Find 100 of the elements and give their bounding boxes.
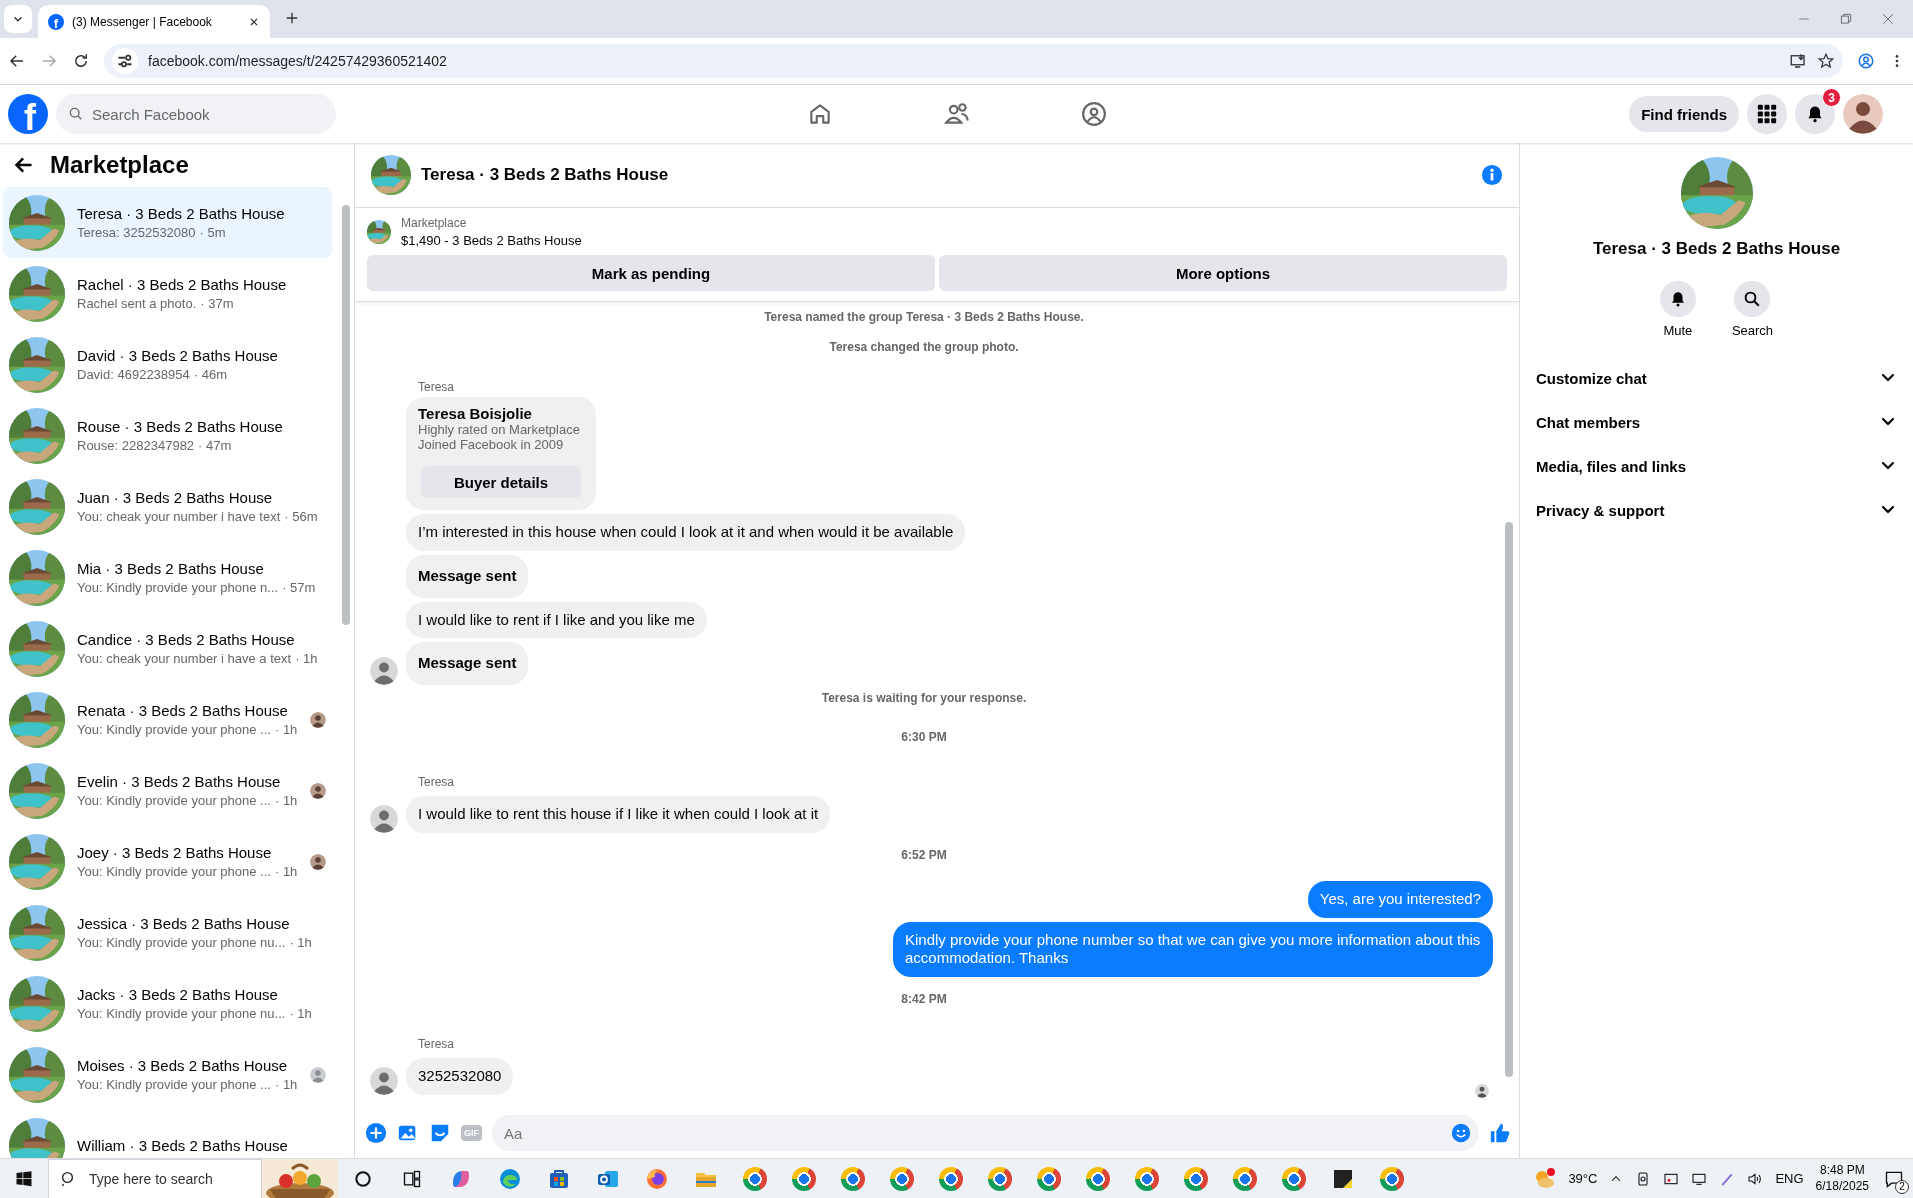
browser-icon[interactable] bbox=[987, 1166, 1012, 1191]
circle-icon[interactable] bbox=[352, 1168, 373, 1189]
section-toggle[interactable]: Privacy & support bbox=[1528, 488, 1903, 532]
conversation-title: Teresa · 3 Beds 2 Baths House bbox=[77, 205, 286, 222]
conversation-item[interactable]: Moises · 3 Beds 2 Baths House You: Kindly provide your phone ... · 1h bbox=[3, 1039, 332, 1110]
browser-icon[interactable] bbox=[1232, 1166, 1257, 1191]
conversation-item[interactable]: Renata · 3 Beds 2 Baths House You: Kindly provide your phone ... · 1h bbox=[3, 684, 332, 755]
windows-icon[interactable] bbox=[15, 1169, 33, 1188]
conversation-item[interactable]: Rachel · 3 Beds 2 Baths House Rachel sent a photo. · 37m bbox=[3, 258, 332, 329]
conversation-item[interactable]: Rouse · 3 Beds 2 Baths House Rouse: 2282347982 · 47m bbox=[3, 400, 332, 471]
search-field[interactable]: Search Facebook bbox=[56, 94, 336, 134]
section-toggle[interactable]: Customize chat bbox=[1528, 356, 1903, 400]
conversation-item[interactable]: Juan · 3 Beds 2 Baths House You: cheak your number i have text · 56m bbox=[3, 471, 332, 542]
message-preview: You: Kindly provide your phone nu... bbox=[77, 1006, 286, 1021]
plus-icon[interactable] bbox=[365, 1122, 387, 1144]
volume-icon[interactable] bbox=[1747, 1170, 1764, 1187]
reload-icon[interactable] bbox=[72, 52, 90, 70]
notification-count: 2 bbox=[1895, 1179, 1909, 1194]
firefox-icon[interactable] bbox=[644, 1166, 669, 1191]
message-time: · 46m bbox=[193, 367, 227, 382]
sidebar-title: Marketplace bbox=[50, 151, 189, 179]
conversation-item[interactable]: Jessica · 3 Beds 2 Baths House You: Kindly provide your phone nu... · 1h bbox=[3, 897, 332, 968]
message-bubble: I would like to rent this house if I like it when could I look at it bbox=[406, 796, 831, 833]
browser-icon[interactable] bbox=[1379, 1166, 1404, 1191]
conversation-item[interactable]: Teresa · 3 Beds 2 Baths House Teresa: 3252532080 · 5m bbox=[3, 187, 332, 258]
listing-button[interactable]: Mark as pending bbox=[367, 255, 935, 291]
browser-icon[interactable] bbox=[1281, 1166, 1306, 1191]
notifications-button[interactable] bbox=[1795, 94, 1835, 134]
browser-icon[interactable] bbox=[889, 1166, 914, 1191]
message-preview: Rouse: 2282347982 bbox=[77, 438, 195, 453]
conversation-title: Rouse · 3 Beds 2 Baths House bbox=[77, 418, 284, 435]
message-time: · 1h bbox=[274, 864, 298, 879]
star-icon[interactable] bbox=[1817, 52, 1835, 70]
message-preview: You: Kindly provide your phone ... bbox=[77, 864, 271, 879]
menu-button[interactable] bbox=[1747, 94, 1787, 134]
browser-icon[interactable] bbox=[1134, 1166, 1159, 1191]
logo[interactable]: f bbox=[8, 94, 48, 134]
conversation-item[interactable]: Jacks · 3 Beds 2 Baths House You: Kindly provide your phone nu... · 1h bbox=[3, 968, 332, 1039]
message-time: · 1h bbox=[295, 651, 318, 666]
message-time: · 56m bbox=[284, 509, 318, 524]
emoji-icon[interactable] bbox=[1451, 1123, 1471, 1143]
task-view-icon[interactable] bbox=[401, 1168, 422, 1189]
conversation-title: Juan · 3 Beds 2 Baths House bbox=[77, 489, 274, 506]
browser-tab[interactable]: f (3) Messenger | Facebook bbox=[38, 5, 270, 38]
edge-icon[interactable] bbox=[497, 1166, 522, 1191]
browser-icon[interactable] bbox=[1085, 1166, 1110, 1191]
conversation-title: William · 3 Beds 2 Baths House bbox=[77, 1137, 289, 1154]
site-settings-icon[interactable] bbox=[112, 48, 138, 74]
groups-icon[interactable] bbox=[1080, 101, 1107, 127]
conversation-item[interactable]: David · 3 Beds 2 Baths House David: 4692238954 · 46m bbox=[3, 329, 332, 400]
message-time: · 1h bbox=[289, 935, 312, 950]
conversation-item[interactable]: Candice · 3 Beds 2 Baths House You: cheak your number i have a text · 1h bbox=[3, 613, 332, 684]
restore-icon[interactable] bbox=[1839, 12, 1853, 26]
sender-name: Teresa bbox=[418, 380, 455, 394]
sticker-icon[interactable] bbox=[429, 1122, 451, 1144]
section-toggle[interactable]: Chat members bbox=[1528, 400, 1903, 444]
message-time: · 5m bbox=[199, 225, 226, 240]
back-arrow-icon[interactable] bbox=[14, 155, 34, 175]
back-icon[interactable] bbox=[8, 52, 26, 70]
browser-icon[interactable] bbox=[1183, 1166, 1208, 1191]
new-tab-icon[interactable] bbox=[284, 10, 300, 26]
sender-name: Teresa bbox=[418, 775, 455, 789]
find-friends-button[interactable]: Find friends bbox=[1629, 96, 1739, 132]
scrollbar-thumb[interactable] bbox=[1505, 522, 1513, 1077]
search-icon bbox=[1743, 290, 1762, 308]
install-icon[interactable] bbox=[1789, 52, 1807, 70]
conversation-title: Jessica · 3 Beds 2 Baths House bbox=[77, 915, 291, 932]
message-field[interactable]: Aa bbox=[492, 1115, 1479, 1151]
conversation-item[interactable]: Mia · 3 Beds 2 Baths House You: Kindly provide your phone n... · 57m bbox=[3, 542, 332, 613]
message-bubble: Message sent bbox=[406, 554, 529, 598]
scrollbar-thumb[interactable] bbox=[342, 205, 350, 625]
info-icon[interactable] bbox=[1481, 164, 1503, 186]
browser-icon[interactable] bbox=[840, 1166, 865, 1191]
conversation-title: Joey · 3 Beds 2 Baths House bbox=[77, 844, 273, 861]
address-bar[interactable]: facebook.com/messages/t/24257429360521402 bbox=[104, 44, 1843, 78]
browser-icon[interactable] bbox=[791, 1166, 816, 1191]
system-message: Teresa changed the group photo. bbox=[829, 339, 1019, 356]
browser-icon[interactable] bbox=[938, 1166, 963, 1191]
message-bubble: 3252532080 bbox=[406, 1058, 514, 1095]
buyer-details-button[interactable]: Buyer details bbox=[421, 466, 581, 498]
sender-name: Teresa bbox=[418, 1037, 455, 1051]
taskbar-search-field[interactable]: Type here to search bbox=[48, 1158, 262, 1198]
like-icon[interactable] bbox=[1489, 1122, 1511, 1144]
profile-icon[interactable] bbox=[1857, 52, 1875, 70]
message-preview: You: cheak your number i have a text bbox=[77, 651, 292, 666]
listing-button[interactable]: More options bbox=[939, 255, 1507, 291]
browser-icon[interactable] bbox=[742, 1166, 767, 1191]
browser-icon[interactable] bbox=[1036, 1166, 1061, 1191]
conversation-title: Renata · 3 Beds 2 Baths House bbox=[77, 702, 289, 719]
conversation-item[interactable]: Joey · 3 Beds 2 Baths House You: Kindly provide your phone ... · 1h bbox=[3, 826, 332, 897]
message-bubble: I would like to rent if I like and you like me bbox=[406, 601, 707, 639]
forward-icon[interactable] bbox=[40, 52, 58, 70]
section-toggle[interactable]: Media, files and links bbox=[1528, 444, 1903, 488]
conversation-item[interactable]: Evelin · 3 Beds 2 Baths House You: Kindly provide your phone ... · 1h bbox=[3, 755, 332, 826]
conversation-title: Rachel · 3 Beds 2 Baths House bbox=[77, 276, 288, 293]
language-indicator[interactable]: ENG bbox=[1775, 1171, 1804, 1186]
notification-center-button[interactable]: 2 bbox=[1881, 1166, 1907, 1191]
message-preview: You: Kindly provide your phone nu... bbox=[77, 935, 286, 950]
friends-icon[interactable] bbox=[943, 101, 970, 127]
clock-date: 6/18/2025 bbox=[1815, 1178, 1869, 1195]
